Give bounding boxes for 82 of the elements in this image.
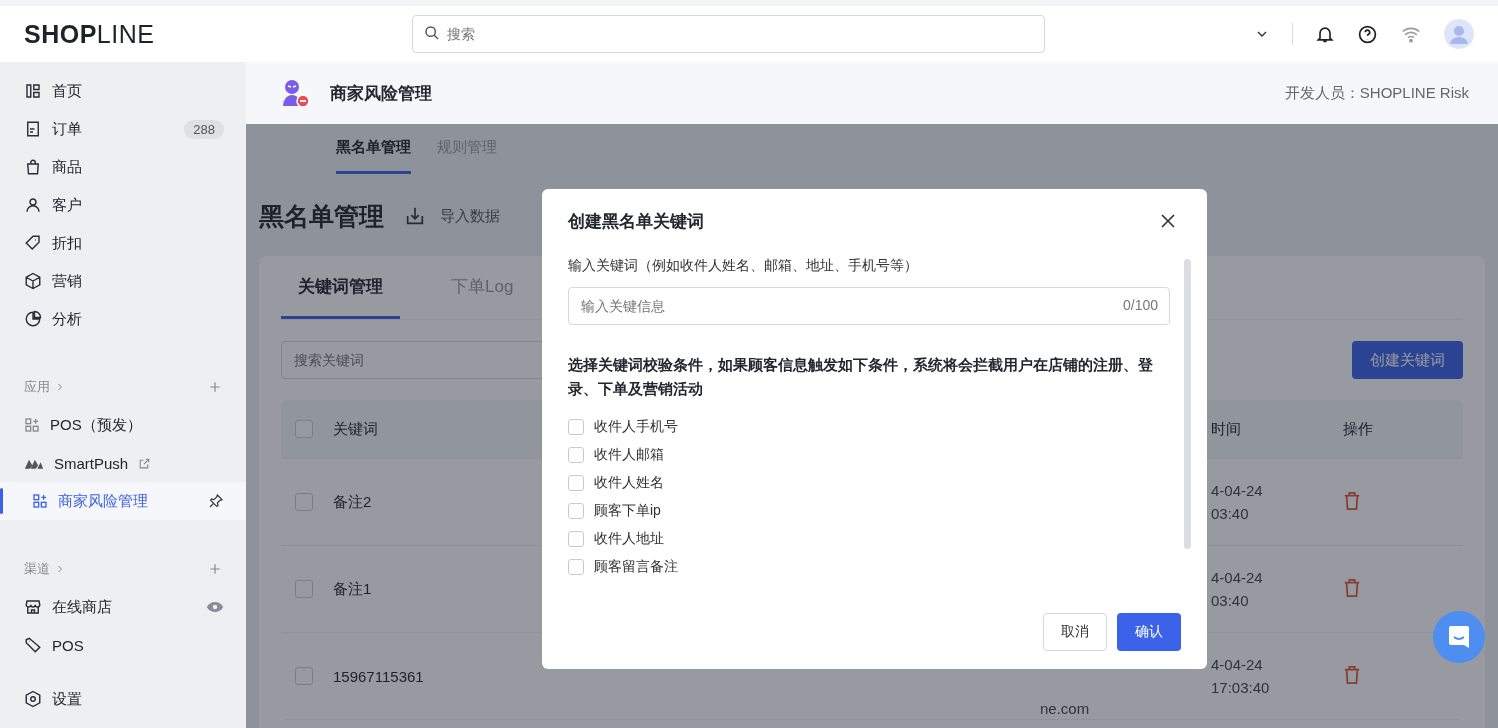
checkbox[interactable] bbox=[568, 559, 584, 575]
close-icon[interactable] bbox=[1159, 212, 1177, 230]
table-cell: 备注1 bbox=[333, 579, 372, 597]
checkbox-label[interactable]: 顾客留言备注 bbox=[594, 558, 678, 576]
table-cell: 15967115361 bbox=[333, 667, 424, 685]
apps-icon bbox=[24, 417, 40, 433]
store-icon bbox=[24, 598, 42, 616]
checkbox[interactable] bbox=[295, 420, 313, 438]
cancel-button[interactable]: 取消 bbox=[1043, 613, 1107, 651]
nav-item[interactable]: 折扣 bbox=[0, 224, 246, 262]
nav-item[interactable]: 客户 bbox=[0, 186, 246, 224]
plus-icon[interactable] bbox=[208, 380, 222, 394]
nav-item[interactable]: 设置 bbox=[0, 680, 246, 718]
checkbox[interactable] bbox=[295, 667, 313, 685]
nav-item[interactable]: POS bbox=[0, 626, 246, 664]
chat-icon bbox=[1446, 624, 1472, 650]
nav-icon bbox=[24, 272, 42, 290]
nav-item[interactable]: 商品 bbox=[0, 148, 246, 186]
trash-icon[interactable] bbox=[1343, 490, 1361, 511]
checkbox-label[interactable]: 收件人手机号 bbox=[594, 418, 678, 436]
app-icon bbox=[280, 78, 310, 108]
table-cell: 备注2 bbox=[333, 492, 372, 510]
table-cell-text: 4-04-24 03:40 bbox=[1211, 482, 1264, 522]
search-icon bbox=[424, 25, 440, 41]
tab[interactable]: 关键词管理 bbox=[281, 256, 400, 319]
checkbox-label[interactable]: 收件人姓名 bbox=[594, 474, 664, 492]
field-label: 输入关键词（例如收件人姓名、邮箱、地址、手机号等） bbox=[568, 257, 919, 275]
tab[interactable]: 黑名单管理 bbox=[336, 124, 411, 174]
developer-label: 开发人员：SHOPLINE Risk bbox=[1284, 83, 1469, 103]
checkbox[interactable] bbox=[568, 475, 584, 491]
dialog-title: 创建黑名单关键词 bbox=[568, 210, 704, 233]
checkbox[interactable] bbox=[568, 447, 584, 463]
nav-icon bbox=[24, 158, 42, 176]
count-badge: 288 bbox=[184, 119, 224, 139]
checkbox[interactable] bbox=[568, 531, 584, 547]
pin-icon[interactable] bbox=[208, 493, 224, 509]
nav-item[interactable]: 在线商店 bbox=[0, 588, 246, 626]
table-cell: ne.com bbox=[1040, 700, 1090, 717]
column-header: 关键词 bbox=[333, 419, 378, 437]
checkbox[interactable] bbox=[295, 580, 313, 598]
nav-icon bbox=[24, 234, 42, 252]
nav-icon bbox=[24, 120, 42, 138]
nav-item[interactable]: 营销 bbox=[0, 262, 246, 300]
import-link[interactable]: 导入数据 bbox=[440, 206, 500, 226]
nav-icon bbox=[24, 310, 42, 328]
bell-icon[interactable] bbox=[1315, 24, 1335, 44]
checkbox-label[interactable]: 收件人邮箱 bbox=[594, 446, 664, 464]
settings-icon bbox=[24, 690, 42, 708]
nav-item[interactable]: 商家风险管理 bbox=[0, 482, 246, 520]
plus-icon[interactable] bbox=[208, 562, 222, 576]
scrollbar[interactable] bbox=[1184, 259, 1191, 549]
checkbox-label[interactable]: 收件人地址 bbox=[594, 530, 664, 548]
checkbox[interactable] bbox=[568, 503, 584, 519]
nav-item[interactable]: 分析 bbox=[0, 300, 246, 338]
nav-item[interactable]: 首页 bbox=[0, 72, 246, 110]
character-counter: 0/100 bbox=[1122, 297, 1158, 313]
trash-icon[interactable] bbox=[1343, 664, 1361, 685]
nav-item[interactable]: SmartPush bbox=[0, 444, 246, 482]
nav-icon bbox=[24, 82, 42, 100]
nav-item[interactable]: POS（预发） bbox=[0, 406, 246, 444]
apps-icon bbox=[32, 493, 48, 509]
download-icon[interactable] bbox=[404, 205, 426, 227]
nav-item[interactable]: 订单 288 bbox=[0, 110, 246, 148]
page-title: 黑名单管理 bbox=[259, 200, 384, 232]
column-header: 操作 bbox=[1343, 419, 1374, 439]
table-cell-text: 4-04-24 03:40 bbox=[1211, 569, 1264, 609]
confirm-button[interactable]: 确认 bbox=[1117, 613, 1181, 651]
search-field[interactable]: 搜索 bbox=[412, 15, 1045, 53]
checkbox[interactable] bbox=[568, 419, 584, 435]
logo[interactable]: SHOPLINE bbox=[24, 19, 412, 49]
avatar-icon[interactable] bbox=[1444, 19, 1474, 49]
column-header: 时间 bbox=[1210, 419, 1242, 439]
external-link-icon bbox=[138, 456, 152, 470]
app-title: 商家风险管理 bbox=[330, 82, 432, 105]
checkbox-label[interactable]: 顾客下单ip bbox=[594, 502, 661, 520]
nav-icon bbox=[24, 196, 42, 214]
table-cell-text: 4-04-24 17:03:40 bbox=[1211, 656, 1271, 696]
help-icon[interactable] bbox=[1357, 23, 1378, 45]
trash-icon[interactable] bbox=[1343, 577, 1361, 598]
checkbox[interactable] bbox=[295, 493, 313, 511]
eye-icon[interactable] bbox=[206, 600, 224, 614]
tag-icon bbox=[24, 636, 42, 654]
